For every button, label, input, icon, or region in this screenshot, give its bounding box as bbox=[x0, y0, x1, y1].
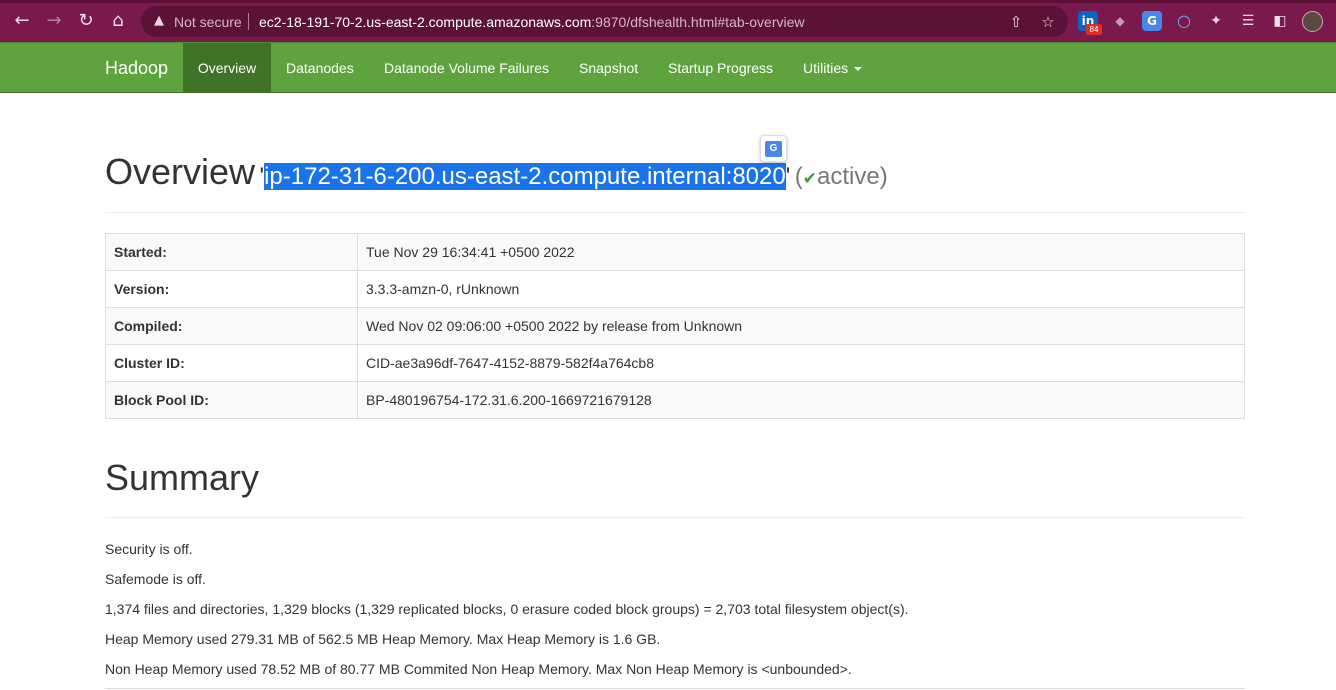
table-row: Block Pool ID: BP-480196754-172.31.6.200… bbox=[105, 381, 1245, 419]
shield-extension-icon[interactable]: ◆ bbox=[1110, 11, 1130, 31]
tab-datanode-volume-failures[interactable]: Datanode Volume Failures bbox=[384, 43, 549, 93]
translate-popup-button[interactable]: G bbox=[760, 135, 787, 162]
row-value: BP-480196754-172.31.6.200-1669721679128 bbox=[357, 381, 1245, 419]
tab-startup-progress[interactable]: Startup Progress bbox=[668, 43, 773, 93]
translate-extension-icon[interactable]: G bbox=[1142, 11, 1162, 31]
namenode-status: (✔active) bbox=[794, 163, 888, 190]
table-row: Compiled: Wed Nov 02 09:06:00 +0500 2022… bbox=[105, 307, 1245, 345]
warning-icon[interactable]: ▲ bbox=[151, 13, 167, 29]
caret-down-icon bbox=[854, 67, 863, 72]
row-value: Tue Nov 29 16:34:41 +0500 2022 bbox=[357, 233, 1245, 271]
side-panel-icon[interactable]: ◧ bbox=[1270, 11, 1290, 31]
security-label[interactable]: Not secure bbox=[174, 14, 242, 30]
row-value: 3.3.3-amzn-0, rUnknown bbox=[357, 270, 1245, 308]
utilities-label: Utilities bbox=[803, 60, 849, 76]
row-label: Version: bbox=[105, 270, 358, 308]
non-heap-memory-text: Non Heap Memory used 78.52 MB of 80.77 M… bbox=[105, 661, 852, 677]
row-value: CID-ae3a96df-7647-4152-8879-582f4a764cb8 bbox=[357, 344, 1245, 382]
forward-arrow-icon[interactable]: → bbox=[42, 9, 66, 33]
home-icon[interactable]: ⌂ bbox=[106, 9, 130, 33]
security-status-text: Security is off. bbox=[105, 541, 193, 557]
status-text: active bbox=[817, 163, 880, 190]
overview-info-table: Started: Tue Nov 29 16:34:41 +0500 2022 … bbox=[105, 233, 1245, 419]
table-row: Cluster ID: CID-ae3a96df-7647-4152-8879-… bbox=[105, 344, 1245, 382]
page-title: Overview bbox=[105, 151, 256, 192]
divider bbox=[105, 212, 1245, 213]
tab-utilities-dropdown[interactable]: Utilities bbox=[803, 43, 863, 93]
row-label: Block Pool ID: bbox=[105, 381, 358, 419]
row-label: Started: bbox=[105, 233, 358, 271]
heap-memory-text: Heap Memory used 279.31 MB of 562.5 MB H… bbox=[105, 631, 661, 647]
safemode-status-text: Safemode is off. bbox=[105, 571, 206, 587]
brand-link[interactable]: Hadoop bbox=[105, 58, 168, 78]
table-row: Started: Tue Nov 29 16:34:41 +0500 2022 bbox=[105, 233, 1245, 271]
url-text[interactable]: ec2-18-191-70-2.us-east-2.compute.amazon… bbox=[259, 14, 805, 30]
tab-overview[interactable]: Overview bbox=[183, 43, 271, 93]
table-row: Version: 3.3.3-amzn-0, rUnknown bbox=[105, 270, 1245, 308]
puzzle-extensions-icon[interactable]: ✦ bbox=[1206, 11, 1226, 31]
tab-datanodes[interactable]: Datanodes bbox=[286, 43, 354, 93]
url-path: :9870/dfshealth.html#tab-overview bbox=[591, 14, 805, 30]
circle-extension-icon[interactable]: ○ bbox=[1174, 11, 1194, 31]
browser-toolbar: ← → ↻ ⌂ ▲ Not secure ec2-18-191-70-2.us-… bbox=[0, 0, 1336, 42]
namenode-host-selected: ip-172-31-6-200.us-east-2.compute.intern… bbox=[264, 163, 786, 190]
address-bar[interactable]: ▲ Not secure ec2-18-191-70-2.us-east-2.c… bbox=[141, 6, 1068, 37]
reload-icon[interactable]: ↻ bbox=[74, 9, 98, 33]
translate-icon: G bbox=[765, 141, 782, 157]
divider bbox=[248, 13, 249, 30]
row-label: Cluster ID: bbox=[105, 344, 358, 382]
url-host: ec2-18-191-70-2.us-east-2.compute.amazon… bbox=[259, 14, 592, 30]
share-icon[interactable]: ⇧ bbox=[1006, 12, 1026, 32]
namenode-host: 'ip-172-31-6-200.us-east-2.compute.inter… bbox=[259, 163, 791, 190]
tab-strip-edge bbox=[0, 0, 1336, 3]
check-icon: ✔ bbox=[802, 169, 818, 189]
row-value: Wed Nov 02 09:06:00 +0500 2022 by releas… bbox=[357, 307, 1245, 345]
divider bbox=[105, 688, 1245, 689]
profile-avatar[interactable] bbox=[1302, 11, 1323, 32]
filesystem-objects-text: 1,374 files and directories, 1,329 block… bbox=[105, 601, 909, 617]
tab-snapshot[interactable]: Snapshot bbox=[579, 43, 638, 93]
row-label: Compiled: bbox=[105, 307, 358, 345]
divider bbox=[105, 517, 1245, 518]
media-queue-icon[interactable]: ☰ bbox=[1238, 11, 1258, 31]
extension-badge: 84 bbox=[1086, 24, 1102, 35]
bookmark-star-icon[interactable]: ☆ bbox=[1038, 12, 1058, 32]
summary-title: Summary bbox=[105, 457, 260, 498]
hadoop-navbar: Hadoop Overview Datanodes Datanode Volum… bbox=[0, 42, 1336, 93]
back-arrow-icon[interactable]: ← bbox=[10, 9, 34, 33]
